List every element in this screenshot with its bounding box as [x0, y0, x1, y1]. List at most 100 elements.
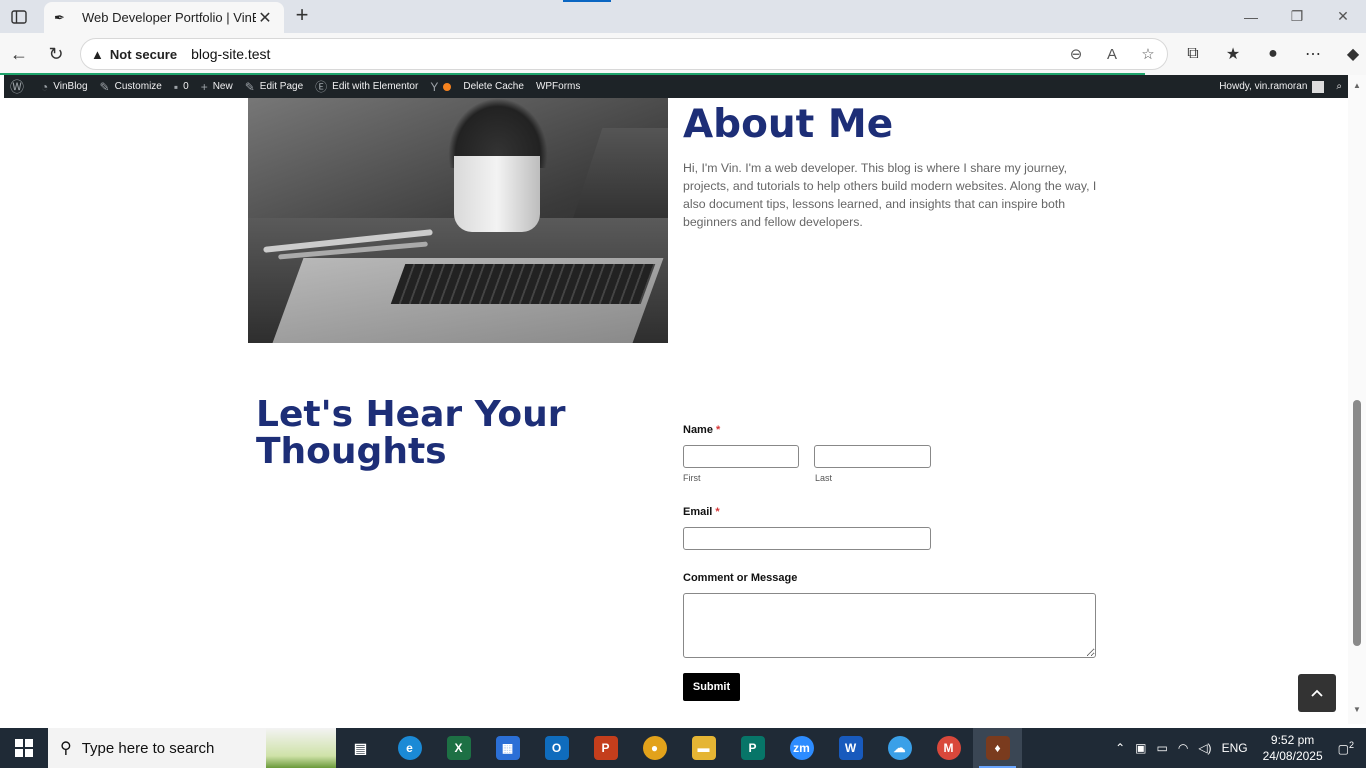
dashboard-icon: ◔ [41, 79, 49, 94]
edit-page-link[interactable]: ✎ Edit Page [239, 75, 309, 98]
delete-cache-link[interactable]: Delete Cache [457, 75, 530, 98]
message-textarea[interactable] [683, 593, 1096, 658]
close-tab-icon[interactable]: ✕ [256, 8, 274, 28]
word-icon[interactable]: W [826, 728, 875, 768]
url-text[interactable]: blog-site.test [191, 46, 270, 62]
brush-icon: ✎ [99, 79, 110, 94]
language-indicator[interactable]: ENG [1222, 741, 1248, 755]
first-name-input[interactable] [683, 445, 799, 468]
yoast-link[interactable]: Y [424, 75, 457, 98]
chevron-up-icon [1311, 689, 1323, 697]
battery-icon[interactable]: ▭ [1157, 741, 1168, 755]
profile-avatar-icon[interactable]: ● [1260, 41, 1286, 67]
restore-button[interactable]: ❐ [1274, 0, 1320, 33]
tab-accent [563, 0, 611, 2]
comment-icon: ▪ [173, 79, 179, 94]
required-mark: * [715, 424, 721, 436]
site-name-link[interactable]: ◔ VinBlog [35, 75, 94, 98]
message-label: Comment or Message [683, 572, 797, 584]
warning-icon: ▲ [91, 46, 104, 62]
cloud-app-icon[interactable]: ☁ [875, 728, 924, 768]
wpforms-label: WPForms [535, 81, 581, 92]
howdy-label: Howdy, vin.ramoran [1219, 81, 1308, 92]
close-window-button[interactable]: ✕ [1320, 0, 1366, 33]
pencil-icon: ✎ [244, 79, 255, 94]
edit-elementor-label: Edit with Elementor [332, 81, 419, 92]
taskbar-search[interactable]: ⚲ Type here to search [48, 728, 336, 768]
clock-time: 9:52 pm [1270, 733, 1315, 747]
more-menu-icon[interactable]: ⋯ [1300, 41, 1326, 67]
required-mark: * [715, 506, 720, 518]
volume-icon[interactable]: ◁) [1198, 741, 1211, 755]
copilot-icon[interactable]: ◆ [1340, 41, 1366, 67]
yoast-icon: Y [430, 79, 439, 94]
feather-icon: ✒ [54, 9, 65, 25]
security-label[interactable]: Not secure [110, 47, 177, 62]
file-explorer-icon[interactable]: ▬ [679, 728, 728, 768]
notification-count: 2 [1348, 740, 1354, 750]
sidebar-toggle-icon[interactable] [8, 6, 30, 28]
last-name-input[interactable] [814, 445, 931, 468]
zoom-out-icon[interactable]: ⊖ [1065, 43, 1087, 65]
notifications-icon[interactable]: ▢2 [1338, 740, 1354, 756]
email-field[interactable] [683, 527, 931, 550]
search-icon: ⚲ [60, 740, 72, 757]
comments-count: 0 [183, 81, 189, 92]
publisher-icon[interactable]: P [728, 728, 777, 768]
wifi-icon[interactable]: ◠ [1178, 741, 1188, 755]
scroll-up-arrow[interactable]: ▲ [1352, 81, 1362, 90]
comments-link[interactable]: ▪ 0 [168, 75, 195, 98]
favorites-icon[interactable]: ★ [1220, 41, 1246, 67]
admin-search-icon[interactable]: ⌕ [1330, 75, 1348, 98]
excel-icon[interactable]: X [434, 728, 483, 768]
task-view-icon[interactable]: ▤ [336, 728, 385, 768]
new-tab-button[interactable]: + [290, 4, 314, 28]
page-scrollbar[interactable]: ▲ ▼ [1348, 75, 1366, 724]
clock[interactable]: 9:52 pm 24/08/2025 [1263, 732, 1323, 764]
outlook-icon[interactable]: O [532, 728, 581, 768]
powerpoint-icon[interactable]: P [581, 728, 630, 768]
favorite-star-icon[interactable]: ☆ [1137, 43, 1159, 65]
read-aloud-icon[interactable]: A [1101, 43, 1123, 65]
customize-link[interactable]: ✎ Customize [94, 75, 168, 98]
windows-logo-icon [15, 739, 33, 757]
edge-icon[interactable]: e [385, 728, 434, 768]
address-bar[interactable]: ▲ Not secure blog-site.test ⊖ A ☆ [80, 38, 1168, 70]
message-label-text: Comment or Message [683, 572, 798, 584]
delete-cache-label: Delete Cache [463, 81, 524, 92]
search-placeholder: Type here to search [81, 739, 215, 757]
tab-active[interactable]: ✒ Web Developer Portfolio | VinBlog ✕ [44, 2, 284, 33]
scroll-down-arrow[interactable]: ▼ [1352, 705, 1362, 714]
chrome-profile-icon[interactable]: M [924, 728, 973, 768]
local-app-icon[interactable]: ♦ [973, 728, 1022, 768]
minimize-button[interactable]: — [1228, 0, 1274, 33]
laptop-desk-image [248, 98, 668, 343]
store-icon[interactable]: ▦ [483, 728, 532, 768]
wpforms-link[interactable]: WPForms [530, 75, 586, 98]
site-name-label: VinBlog [53, 81, 88, 92]
scroll-thumb[interactable] [1353, 400, 1361, 646]
show-hidden-icons-icon[interactable]: ⌃ [1115, 741, 1125, 755]
scroll-to-top-button[interactable] [1298, 674, 1336, 712]
about-heading: About Me [683, 102, 894, 147]
meet-now-icon[interactable]: ▣ [1135, 741, 1146, 755]
contact-heading: Let's Hear Your Thoughts [256, 394, 566, 472]
email-label: Email * [683, 506, 720, 518]
plus-icon: + [200, 79, 208, 94]
first-sublabel: First [683, 473, 701, 483]
chrome-icon[interactable]: ● [630, 728, 679, 768]
browser-toolbar: ← ↻ ▲ Not secure blog-site.test ⊖ A ☆ ⧉ … [0, 33, 1366, 75]
submit-button[interactable]: Submit [683, 673, 740, 701]
page-content: About Me Hi, I'm Vin. I'm a web develope… [4, 98, 1348, 724]
edit-elementor-link[interactable]: Ⓔ Edit with Elementor [309, 75, 424, 98]
start-button[interactable] [0, 728, 48, 768]
back-button[interactable]: ← [6, 41, 32, 67]
extensions-icon[interactable]: ⧉ [1180, 41, 1206, 67]
clock-date: 24/08/2025 [1262, 749, 1323, 763]
seo-status-dot [443, 82, 452, 91]
account-menu[interactable]: Howdy, vin.ramoran [1213, 75, 1330, 98]
wordpress-logo-icon[interactable]: Ⓦ [4, 75, 35, 98]
reload-button[interactable]: ↻ [43, 41, 69, 67]
new-content-link[interactable]: + New [195, 75, 239, 98]
zoom-icon[interactable]: zm [777, 728, 826, 768]
